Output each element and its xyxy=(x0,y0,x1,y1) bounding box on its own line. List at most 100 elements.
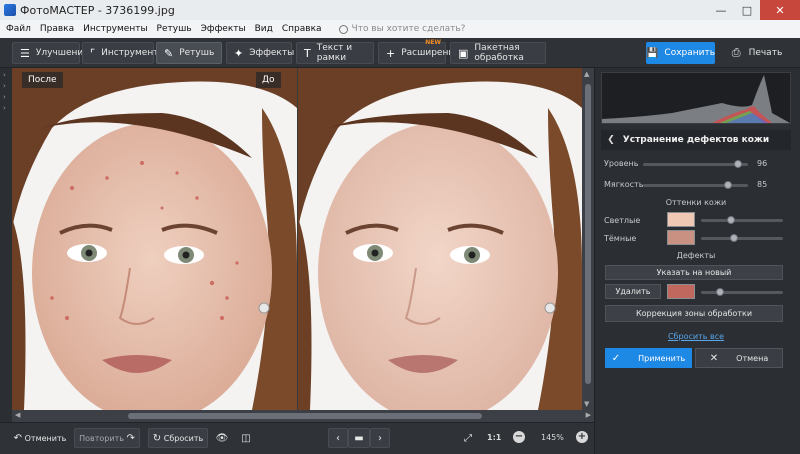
light-tone-slider-handle[interactable] xyxy=(727,216,735,224)
menu-edit[interactable]: Правка xyxy=(40,24,74,34)
apply-label: Применить xyxy=(638,353,686,363)
after-photo xyxy=(298,68,582,410)
crop-icon: ⌜ xyxy=(90,46,96,60)
folder-icon: ▬ xyxy=(354,432,364,444)
x-icon: ✕ xyxy=(709,352,719,364)
panel-title: Устранение дефектов кожи xyxy=(622,135,770,145)
dark-tone-slider-track[interactable] xyxy=(701,237,783,240)
menu-bar: Файл Правка Инструменты Ретушь Эффекты В… xyxy=(0,20,800,38)
open-folder-button[interactable]: ▬ xyxy=(348,428,370,448)
defect-slider-handle[interactable] xyxy=(716,288,724,296)
undo-button[interactable]: ↶ Отменить xyxy=(10,428,70,448)
softness-label: Мягкость xyxy=(604,180,644,189)
light-tone-swatch[interactable] xyxy=(667,212,695,227)
reset-icon: ↻ xyxy=(152,432,162,444)
scroll-right-icon[interactable]: ▶ xyxy=(586,411,591,419)
app-window: ФотоМАСТЕР - 3736199.jpg — □ ✕ Файл Прав… xyxy=(0,0,800,454)
tab-batch[interactable]: ▣ Пакетная обработка xyxy=(450,42,546,64)
horizontal-scroll-thumb[interactable] xyxy=(128,413,482,419)
defects-heading: Дефекты xyxy=(676,251,716,260)
menu-view[interactable]: Вид xyxy=(255,24,273,34)
skin-tones-heading: Оттенки кожи xyxy=(665,198,727,207)
menu-effects[interactable]: Эффекты xyxy=(201,24,246,34)
point-new-defect-button[interactable]: Указать на новый xyxy=(605,265,783,280)
save-icon: 💾 xyxy=(645,47,659,59)
prev-image-button[interactable]: ‹ xyxy=(328,428,348,448)
scroll-up-icon[interactable]: ▲ xyxy=(584,70,589,78)
zoom-out-icon[interactable]: − xyxy=(513,431,525,443)
menu-tools[interactable]: Инструменты xyxy=(83,24,147,34)
reset-button[interactable]: ↻ Сбросить xyxy=(148,428,208,448)
histogram-graph xyxy=(602,75,790,123)
tab-effects[interactable]: ✦ Эффекты xyxy=(226,42,295,64)
horizontal-scrollbar[interactable]: ◀ ▶ xyxy=(12,410,594,422)
print-button[interactable]: ⎙ Печать xyxy=(722,42,792,64)
printer-icon: ⎙ xyxy=(731,46,741,59)
fit-to-screen-button[interactable]: ⤢ xyxy=(458,428,478,448)
scroll-down-icon[interactable]: ▼ xyxy=(584,400,589,408)
search-placeholder: Что вы хотите сделать? xyxy=(351,24,466,34)
zone-correction-button[interactable]: Коррекция зоны обработки xyxy=(605,305,783,322)
defect-slider-track[interactable] xyxy=(701,291,783,294)
menu-retouch[interactable]: Ретушь xyxy=(157,24,192,34)
title-bar: ФотоМАСТЕР - 3736199.jpg — □ ✕ xyxy=(0,0,800,20)
chevron-right-icon: › xyxy=(3,93,6,101)
chevron-left-icon: ‹ xyxy=(336,432,340,444)
histogram xyxy=(601,72,791,124)
dark-tone-swatch[interactable] xyxy=(667,230,695,245)
level-label: Уровень xyxy=(604,159,639,168)
portrait-before-image xyxy=(12,68,297,410)
vertical-scrollbar[interactable]: ▲ ▼ xyxy=(582,68,594,410)
softness-value: 85 xyxy=(757,180,768,189)
app-logo-icon xyxy=(4,4,16,16)
maximize-icon[interactable]: □ xyxy=(734,0,760,20)
tab-text-frames[interactable]: T Текст и рамки xyxy=(296,42,374,64)
tab-label: Улучшения xyxy=(35,48,89,58)
light-tone-slider-track[interactable] xyxy=(701,219,783,222)
window-title: ФотоМАСТЕР - 3736199.jpg xyxy=(20,3,175,17)
brush-icon: ✎ xyxy=(164,46,174,60)
text-icon: T xyxy=(304,46,311,60)
tab-retouch[interactable]: ✎ Ретушь xyxy=(156,42,222,64)
menu-file[interactable]: Файл xyxy=(6,24,31,34)
dark-tone-slider-handle[interactable] xyxy=(730,234,738,242)
compare-toggle[interactable]: ◫ xyxy=(236,428,256,448)
fit-screen-icon: ⤢ xyxy=(464,432,472,444)
next-image-button[interactable]: › xyxy=(370,428,390,448)
zoom-ratio-button[interactable]: 1:1 xyxy=(487,433,501,442)
tab-label: Эффекты xyxy=(249,48,295,58)
level-slider-handle[interactable] xyxy=(734,160,742,168)
level-slider-track[interactable] xyxy=(643,163,748,166)
new-badge: NEW xyxy=(425,39,441,46)
scroll-left-icon[interactable]: ◀ xyxy=(15,411,20,419)
softness-slider-handle[interactable] xyxy=(724,181,732,189)
menu-search[interactable]: Что вы хотите сделать? xyxy=(338,24,466,34)
tab-improvements[interactable]: ☰ Улучшения xyxy=(12,42,89,64)
minimize-icon[interactable]: — xyxy=(708,0,734,20)
redo-button[interactable]: Повторить ↷ xyxy=(74,428,140,448)
zoom-percent: 145% xyxy=(541,433,564,442)
reset-all-link[interactable]: Сбросить все xyxy=(601,332,791,341)
softness-slider-track[interactable] xyxy=(643,184,748,187)
preview-toggle[interactable]: 👁 xyxy=(212,428,232,448)
level-value: 96 xyxy=(757,159,768,168)
cancel-button[interactable]: ✕ Отмена xyxy=(695,348,783,368)
zoom-in-icon[interactable]: + xyxy=(576,431,588,443)
image-canvas[interactable]: До После xyxy=(12,68,582,410)
left-collapse-strip[interactable]: › › › › xyxy=(0,68,12,410)
apply-button[interactable]: ✓ Применить xyxy=(605,348,692,368)
after-label: После xyxy=(22,72,63,88)
tab-tools[interactable]: ⌜ Инструменты xyxy=(82,42,166,64)
back-arrow-icon[interactable]: ❮ xyxy=(601,135,621,145)
plus-icon: + xyxy=(386,46,396,60)
remove-button[interactable]: Удалить xyxy=(605,284,661,299)
tab-extensions[interactable]: + Расширения NEW xyxy=(378,39,460,64)
check-icon: ✓ xyxy=(611,352,621,364)
chevron-right-icon: › xyxy=(3,82,6,90)
menu-help[interactable]: Справка xyxy=(282,24,322,34)
vertical-scroll-thumb[interactable] xyxy=(585,84,591,384)
defect-color-swatch[interactable] xyxy=(667,284,695,299)
redo-label: Повторить xyxy=(79,433,124,443)
save-button[interactable]: 💾 Сохранить xyxy=(646,42,715,64)
close-icon[interactable]: ✕ xyxy=(760,0,800,20)
